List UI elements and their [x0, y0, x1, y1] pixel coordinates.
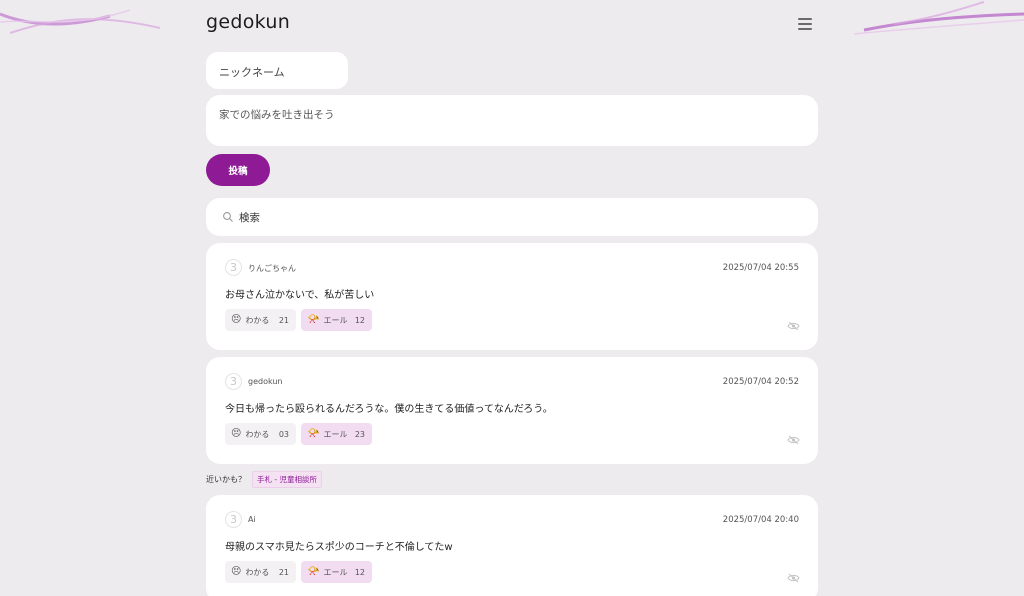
wakaru-label: わかる: [245, 429, 270, 439]
sad-face-icon: 😣: [231, 314, 242, 325]
wakaru-count: 21: [278, 567, 289, 577]
post-number-badge: 3: [225, 511, 242, 528]
decorative-swoosh-right: [854, 1, 1024, 35]
header: gedokun: [206, 0, 818, 46]
wakaru-count: 21: [278, 315, 289, 325]
post-username: りんごちゃん: [248, 264, 296, 273]
wakaru-label: わかる: [245, 315, 270, 325]
suggestion-row: 近いかも？ 手札 - 児童相談所: [206, 471, 322, 488]
decorative-swoosh-left: [0, 9, 161, 34]
wakaru-button[interactable]: 😣 わかる 21: [225, 561, 296, 583]
wakaru-count: 03: [278, 429, 289, 439]
sad-face-icon: 😣: [231, 428, 242, 439]
post-text: 母親のスマホ見たらスポ少のコーチと不倫してたw: [225, 542, 453, 553]
search-input[interactable]: 検索: [206, 198, 818, 236]
post-text: お母さん泣かないで、私が苦しい: [225, 290, 375, 301]
yell-count: 23: [354, 429, 365, 439]
yell-button[interactable]: 📯 エール 12: [301, 561, 372, 583]
post-username: gedokun: [248, 377, 283, 386]
search-placeholder: 検索: [239, 211, 260, 224]
post-card: 3 gedokun 2025/07/04 20:52 今日も帰ったら殴られるんだ…: [206, 357, 818, 464]
eye-off-icon[interactable]: [787, 435, 800, 445]
main-column: gedokun ニックネーム 家での悩みを吐き出そう 投稿 検索 3 りんごちゃ…: [206, 0, 818, 596]
hamburger-icon[interactable]: [798, 18, 812, 30]
horn-icon: 📯: [307, 566, 320, 577]
post-button[interactable]: 投稿: [206, 154, 270, 186]
horn-icon: 📯: [307, 428, 320, 439]
post-text: 今日も帰ったら殴られるんだろうな。僕の生きてる価値ってなんだろう。: [225, 404, 553, 415]
post-timestamp: 2025/07/04 20:52: [722, 377, 799, 387]
eye-off-icon[interactable]: [787, 321, 800, 331]
post-username: Ai: [248, 515, 256, 524]
wakaru-button[interactable]: 😣 わかる 03: [225, 423, 296, 445]
yell-label: エール: [323, 429, 348, 439]
suggestion-tag[interactable]: 手札 - 児童相談所: [252, 471, 322, 488]
post-number-badge: 3: [225, 373, 242, 390]
post-number-badge: 3: [225, 259, 242, 276]
wakaru-label: わかる: [245, 567, 270, 577]
yell-count: 12: [354, 567, 365, 577]
yell-button[interactable]: 📯 エール 23: [301, 423, 372, 445]
post-card: 3 Ai 2025/07/04 20:40 母親のスマホ見たらスポ少のコーチと不…: [206, 495, 818, 596]
post-timestamp: 2025/07/04 20:40: [722, 515, 799, 525]
yell-count: 12: [354, 315, 365, 325]
post-card: 3 りんごちゃん 2025/07/04 20:55 お母さん泣かないで、私が苦し…: [206, 243, 818, 350]
nickname-input[interactable]: ニックネーム: [206, 52, 348, 89]
yell-button[interactable]: 📯 エール 12: [301, 309, 372, 331]
horn-icon: 📯: [307, 314, 320, 325]
suggestion-label: 近いかも？: [206, 475, 246, 484]
sad-face-icon: 😣: [231, 566, 242, 577]
eye-off-icon[interactable]: [787, 573, 800, 583]
post-timestamp: 2025/07/04 20:55: [722, 263, 799, 273]
yell-label: エール: [323, 567, 348, 577]
logo[interactable]: gedokun: [206, 11, 290, 33]
wakaru-button[interactable]: 😣 わかる 21: [225, 309, 296, 331]
post-body-input[interactable]: 家での悩みを吐き出そう: [206, 95, 818, 146]
yell-label: エール: [323, 315, 348, 325]
search-icon: [223, 212, 233, 222]
